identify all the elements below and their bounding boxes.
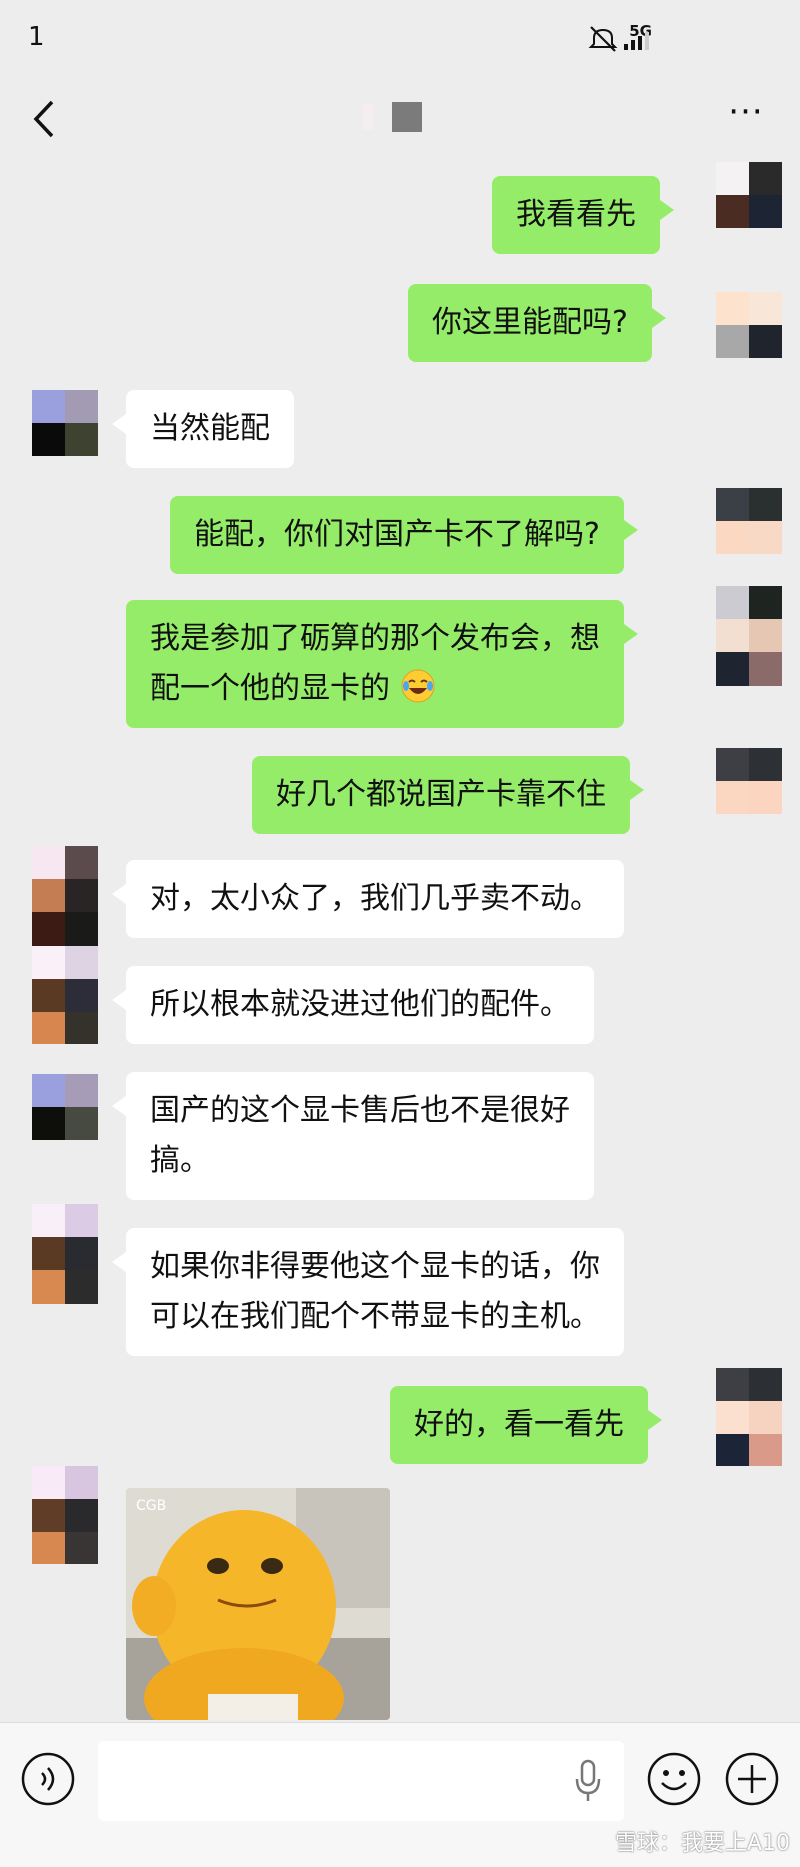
message-text-line: 如果你非得要他这个显卡的话，你 <box>150 1249 600 1284</box>
my-avatar[interactable] <box>716 488 782 554</box>
message-bubble-sent[interactable]: 好几个都说国产卡靠不住 <box>252 756 644 834</box>
my-avatar[interactable] <box>716 586 782 652</box>
message-text: 当然能配 <box>150 411 270 446</box>
message-text: 你这里能配吗? <box>432 305 628 340</box>
message-text: 好几个都说国产卡靠不住 <box>276 777 606 812</box>
watermark: 雪球：我要上A10 <box>614 1831 790 1856</box>
yellow-creature-sticker: CGB <box>126 1488 390 1720</box>
chat-header: ··· <box>0 78 800 160</box>
message-bubble-received[interactable]: 所以根本就没进过他们的配件。 <box>112 966 594 1044</box>
my-avatar[interactable] <box>716 1368 782 1434</box>
microphone-icon[interactable] <box>574 1759 602 1803</box>
contact-avatar[interactable] <box>32 946 98 1012</box>
contact-avatar[interactable] <box>32 1532 98 1564</box>
my-avatar[interactable] <box>716 162 782 228</box>
voice-input-icon[interactable] <box>20 1751 76 1807</box>
my-avatar[interactable] <box>716 748 782 814</box>
contact-avatar[interactable] <box>32 1012 98 1044</box>
signal-icon <box>624 32 649 50</box>
my-avatar[interactable] <box>716 292 782 358</box>
message-text: 好的，看一看先 <box>414 1407 624 1442</box>
message-bubble-sent[interactable]: 好的，看一看先 <box>390 1386 662 1464</box>
back-arrow-icon[interactable] <box>26 94 66 144</box>
message-bubble-sent[interactable]: 我是参加了砺算的那个发布会，想 配一个他的显卡的 <box>126 600 638 728</box>
message-text: 我看看先 <box>516 197 636 232</box>
status-bar: 1 5G <box>0 0 800 78</box>
sticker-message[interactable]: CGB <box>126 1488 390 1720</box>
mute-icon <box>588 26 618 52</box>
contact-avatar[interactable] <box>32 1074 98 1140</box>
my-avatar[interactable] <box>716 652 782 686</box>
emoji-icon[interactable] <box>646 1751 702 1807</box>
sticker-corner-text: CGB <box>136 1498 166 1514</box>
message-bubble-sent[interactable]: 我看看先 <box>492 176 674 254</box>
contact-avatar[interactable] <box>32 912 98 946</box>
message-text: 能配，你们对国产卡不了解吗? <box>194 517 600 552</box>
message-text: 所以根本就没进过他们的配件。 <box>150 987 570 1022</box>
message-input[interactable] <box>98 1741 624 1821</box>
my-avatar[interactable] <box>716 1434 782 1466</box>
contact-avatar[interactable] <box>32 1270 98 1304</box>
contact-avatar[interactable] <box>32 846 98 912</box>
message-text-line: 可以在我们配个不带显卡的主机。 <box>150 1299 600 1334</box>
message-text-line: 配一个他的显卡的 <box>150 671 390 706</box>
laughing-crying-emoji-icon <box>401 669 435 703</box>
message-bubble-received[interactable]: 当然能配 <box>112 390 294 468</box>
message-bubble-sent[interactable]: 你这里能配吗? <box>408 284 666 362</box>
contact-avatar[interactable] <box>32 1204 98 1270</box>
contact-avatar[interactable] <box>32 390 98 456</box>
message-bubble-received[interactable]: 国产的这个显卡售后也不是很好 搞。 <box>112 1072 594 1200</box>
message-text: 对，太小众了，我们几乎卖不动。 <box>150 881 600 916</box>
contact-avatar[interactable] <box>32 1466 98 1532</box>
message-text-line: 国产的这个显卡售后也不是很好 <box>150 1093 570 1128</box>
status-time: 1 <box>28 22 45 52</box>
message-bubble-sent[interactable]: 能配，你们对国产卡不了解吗? <box>170 496 638 574</box>
chat-title-redacted <box>360 98 424 134</box>
message-bubble-received[interactable]: 如果你非得要他这个显卡的话，你 可以在我们配个不带显卡的主机。 <box>112 1228 624 1356</box>
message-text-line: 我是参加了砺算的那个发布会，想 <box>150 621 600 656</box>
more-options-button[interactable]: ··· <box>722 95 770 138</box>
message-text-line: 搞。 <box>150 1143 210 1178</box>
plus-icon[interactable] <box>724 1751 780 1807</box>
message-bubble-received[interactable]: 对，太小众了，我们几乎卖不动。 <box>112 860 624 938</box>
